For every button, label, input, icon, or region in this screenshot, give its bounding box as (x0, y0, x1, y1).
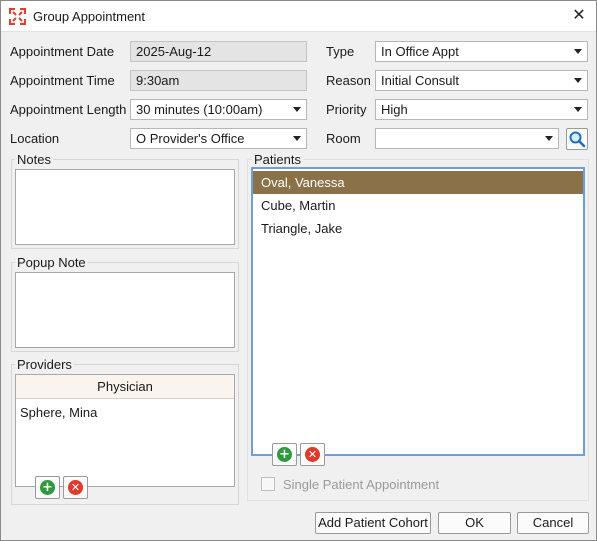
table-row[interactable]: Sphere, Mina (20, 405, 97, 420)
patients-list[interactable]: Oval, Vanessa Cube, Martin Triangle, Jak… (251, 167, 585, 456)
priority-select[interactable]: High (375, 99, 588, 120)
reason-select[interactable]: Initial Consult (375, 70, 588, 91)
reason-label: Reason (326, 73, 371, 88)
type-label: Type (326, 44, 355, 59)
group-appointment-dialog: Group Appointment ✕ Appointment Date 202… (0, 0, 597, 541)
appointment-time-value: 9:30am (136, 73, 180, 88)
notes-textarea[interactable] (15, 169, 235, 245)
search-icon (569, 131, 586, 148)
remove-icon: ✕ (68, 480, 83, 495)
chevron-down-icon (574, 78, 582, 83)
close-icon: ✕ (572, 7, 586, 24)
close-button[interactable]: ✕ (566, 4, 592, 28)
title-bar: Group Appointment ✕ (1, 1, 596, 32)
list-item[interactable]: Cube, Martin (253, 194, 583, 217)
priority-value: High (381, 102, 408, 117)
appointment-length-select[interactable]: 30 minutes (10:00am) (130, 99, 307, 120)
reason-value: Initial Consult (381, 73, 460, 88)
remove-patient-button[interactable]: ✕ (300, 443, 325, 466)
chevron-down-icon (293, 136, 301, 141)
add-patient-button[interactable]: + (272, 443, 297, 466)
room-label: Room (326, 131, 361, 146)
appointment-date-label: Appointment Date (10, 44, 115, 59)
type-select[interactable]: In Office Appt (375, 41, 588, 62)
add-icon: + (277, 447, 292, 462)
appointment-time-label: Appointment Time (10, 73, 115, 88)
popup-note-textarea[interactable] (15, 272, 235, 348)
chevron-down-icon (574, 49, 582, 54)
appointment-time-field[interactable]: 9:30am (130, 70, 307, 91)
location-select[interactable]: O Provider's Office (130, 128, 307, 149)
room-select[interactable] (375, 128, 559, 149)
location-value: O Provider's Office (136, 131, 245, 146)
appointment-length-value: 30 minutes (10:00am) (136, 102, 263, 117)
room-search-button[interactable] (566, 128, 588, 150)
add-provider-button[interactable]: + (35, 476, 60, 499)
remove-provider-button[interactable]: ✕ (63, 476, 88, 499)
list-item[interactable]: Triangle, Jake (253, 217, 583, 240)
app-logo-icon (9, 8, 26, 25)
window-title: Group Appointment (33, 9, 146, 24)
appointment-length-label: Appointment Length (10, 102, 127, 117)
priority-label: Priority (326, 102, 367, 117)
providers-label: Providers (15, 357, 74, 372)
appointment-date-field[interactable]: 2025-Aug-12 (130, 41, 307, 62)
chevron-down-icon (574, 107, 582, 112)
notes-label: Notes (15, 152, 53, 167)
cancel-button[interactable]: Cancel (517, 512, 589, 534)
chevron-down-icon (545, 136, 553, 141)
providers-table: Physician Sphere, Mina (15, 374, 235, 487)
add-icon: + (40, 480, 55, 495)
list-item[interactable]: Oval, Vanessa (253, 171, 583, 194)
location-label: Location (10, 131, 60, 146)
single-patient-label: Single Patient Appointment (283, 477, 440, 492)
appointment-date-value: 2025-Aug-12 (136, 44, 212, 59)
ok-button[interactable]: OK (438, 512, 511, 534)
chevron-down-icon (293, 107, 301, 112)
single-patient-checkbox[interactable] (261, 477, 275, 491)
physician-column-header[interactable]: Physician (16, 375, 234, 399)
popup-note-label: Popup Note (15, 255, 88, 270)
type-value: In Office Appt (381, 44, 459, 59)
patients-label: Patients (252, 152, 303, 167)
remove-icon: ✕ (305, 447, 320, 462)
add-patient-cohort-button[interactable]: Add Patient Cohort (315, 512, 431, 534)
